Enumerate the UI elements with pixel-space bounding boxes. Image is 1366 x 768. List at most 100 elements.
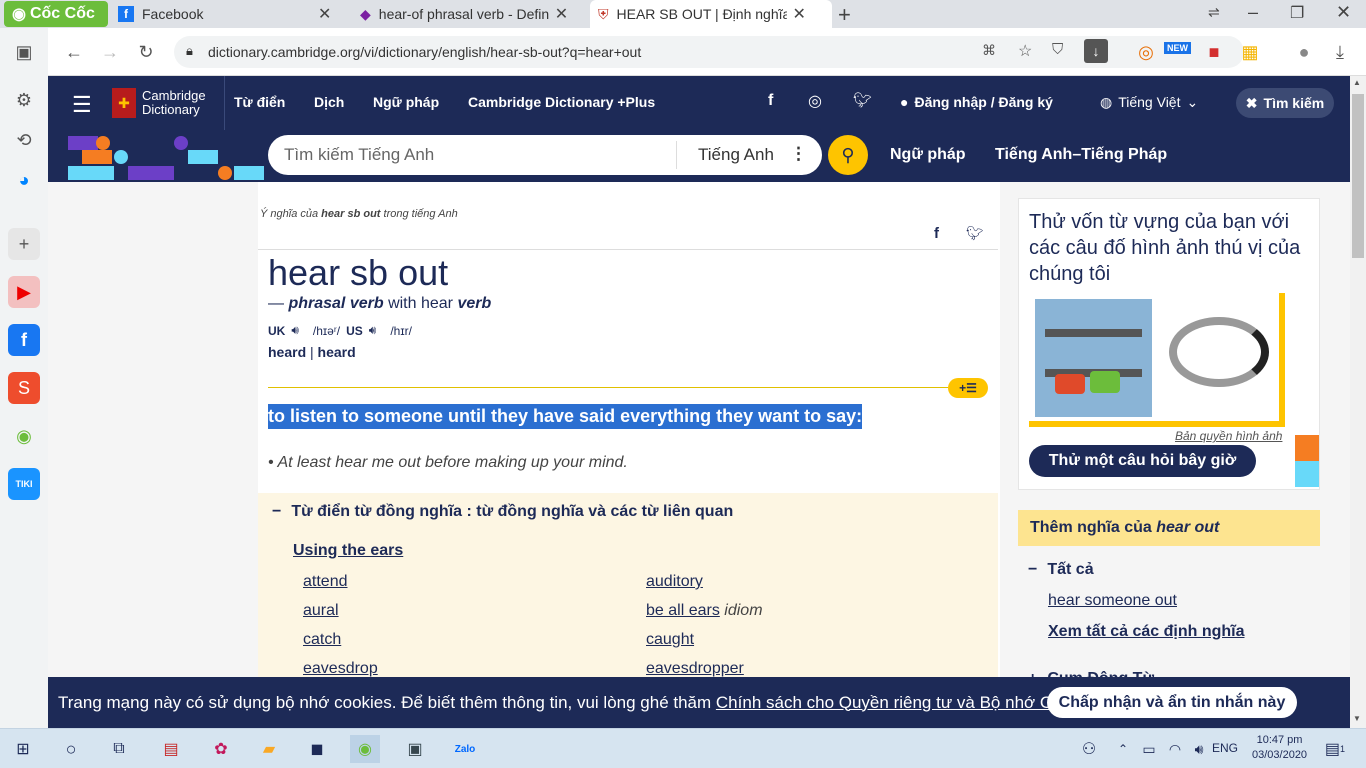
zalo-icon[interactable]: Zalo	[450, 735, 480, 763]
language-selector[interactable]: ◍ Tiếng Việt ⌄	[1100, 94, 1198, 111]
close-tab-icon[interactable]: ✕	[555, 4, 568, 24]
reload-icon[interactable]: ↻	[132, 38, 160, 66]
scroll-down-icon[interactable]: ▼	[1353, 714, 1361, 723]
add-panel-icon[interactable]: +	[8, 228, 40, 260]
nav-plus[interactable]: Cambridge Dictionary +Plus	[468, 94, 655, 110]
close-window-icon[interactable]: ✕	[1336, 2, 1351, 23]
coccoc-icon[interactable]: ◉	[8, 420, 40, 452]
word-link[interactable]: catch	[303, 631, 341, 649]
speaker-icon[interactable]: 🔊︎	[291, 323, 299, 338]
nav-dictionary[interactable]: Từ điển	[234, 94, 285, 110]
tiki-icon[interactable]: TIKI	[8, 468, 40, 500]
word-link[interactable]: eavesdropper	[646, 660, 744, 678]
menu-hamburger-icon[interactable]: ☰	[72, 92, 92, 118]
thesaurus-header[interactable]: − Từ điển từ đồng nghĩa : từ đồng nghĩa v…	[272, 503, 733, 521]
extension-icon[interactable]: ◎	[1132, 38, 1160, 66]
search-toggle-button[interactable]: ✖ Tìm kiếm	[1236, 88, 1334, 118]
coccoc-taskbar-icon[interactable]: ◉	[350, 735, 380, 763]
close-tab-icon[interactable]: ✕	[793, 4, 806, 24]
privacy-policy-link[interactable]: Chính sách cho Quyền riêng tư và Bộ nhớ …	[716, 693, 1101, 713]
new-tab-button[interactable]: +	[838, 2, 851, 28]
word-link-idiom[interactable]: be all ears idiom	[646, 602, 763, 620]
clock[interactable]: 10:47 pm 03/03/2020	[1252, 733, 1307, 763]
nav2-english-french[interactable]: Tiếng Anh–Tiếng Pháp	[995, 146, 1167, 164]
file-explorer-icon[interactable]: ▰	[254, 735, 284, 763]
download-video-icon[interactable]: ↓	[1084, 39, 1108, 63]
image-copyright-link[interactable]: Bản quyền hình ảnh	[1175, 429, 1282, 443]
new-badge-icon[interactable]: NEW	[1164, 42, 1191, 54]
windows-start-icon[interactable]: ⊞	[8, 735, 38, 763]
word-link[interactable]: caught	[646, 631, 694, 649]
accept-cookies-button[interactable]: Chấp nhận và ẩn tin nhắn này	[1047, 687, 1297, 718]
translate-icon[interactable]: ⌘	[982, 42, 996, 59]
input-language[interactable]: ENG	[1212, 741, 1238, 755]
profile-avatar[interactable]: ●	[1290, 38, 1318, 66]
nav-translate[interactable]: Dịch	[314, 94, 344, 110]
people-icon[interactable]: ⚇	[1074, 735, 1104, 763]
shield-icon[interactable]: ⛉	[1052, 41, 1063, 58]
share-twitter-icon[interactable]: 🐦︎	[966, 225, 984, 242]
sidebar-toggle-icon[interactable]: ▣	[8, 36, 40, 68]
scroll-up-icon[interactable]: ▲	[1353, 78, 1361, 87]
tab-search-icon[interactable]: ⇌	[1208, 4, 1220, 21]
search-bar-row: Tìm kiếm Tiếng Anh Tiếng Anh ⋮ ⚲ Ngữ phá…	[48, 130, 1350, 182]
quiz-image[interactable]	[1029, 293, 1285, 427]
task-view-icon[interactable]: ⧉	[104, 735, 134, 763]
dictionary-select[interactable]: Tiếng Anh	[698, 145, 774, 165]
close-tab-icon[interactable]: ✕	[318, 4, 331, 24]
volume-icon[interactable]: 🔊︎	[1184, 735, 1214, 763]
see-all-meanings-link[interactable]: Xem tất cả các định nghĩa	[1048, 623, 1245, 641]
try-quiz-button[interactable]: Thử một câu hỏi bây giờ	[1029, 445, 1256, 477]
search-input[interactable]: Tìm kiếm Tiếng Anh Tiếng Anh ⋮	[268, 135, 822, 175]
sense-divider	[268, 387, 948, 388]
cambridge-logo[interactable]: ✚ Cambridge Dictionary	[112, 88, 206, 118]
login-link[interactable]: ● Đăng nhập / Đăng ký	[900, 94, 1053, 110]
url-bar[interactable]: 🔒︎ dictionary.cambridge.org/vi/dictionar…	[174, 36, 1244, 68]
forward-arrow-icon[interactable]: →	[96, 38, 124, 66]
more-vertical-icon[interactable]: ⋮	[790, 144, 807, 164]
app-icon[interactable]: ▤	[156, 735, 186, 763]
nav2-grammar[interactable]: Ngữ pháp	[890, 146, 966, 164]
meaning-link[interactable]: hear someone out	[1048, 592, 1177, 610]
extension-red-icon[interactable]: ■	[1200, 38, 1228, 66]
youtube-icon[interactable]: ▶	[8, 276, 40, 308]
speaker-icon[interactable]: 🔊︎	[369, 323, 377, 338]
minimize-icon[interactable]: –	[1248, 2, 1258, 23]
facebook-icon[interactable]: f	[8, 324, 40, 356]
word-link[interactable]: aural	[303, 602, 339, 620]
word-link[interactable]: eavesdrop	[303, 660, 378, 678]
notification-icon[interactable]: ▤ 1	[1320, 735, 1350, 763]
history-icon[interactable]: ⟲	[8, 124, 40, 156]
coccoc-icon: ◉	[12, 6, 26, 23]
app-icon[interactable]: ✿	[206, 735, 236, 763]
tab-hear-of[interactable]: ◆ hear-of phrasal verb - Definiti ✕	[352, 0, 592, 28]
twitter-icon[interactable]: 🐦︎	[853, 91, 872, 109]
tab-hear-sb-out[interactable]: ⛨ HEAR SB OUT | Định nghĩa tro ✕	[590, 0, 832, 28]
nav-grammar[interactable]: Ngữ pháp	[373, 94, 439, 110]
shopee-icon[interactable]: S	[8, 372, 40, 404]
maximize-icon[interactable]: ❐	[1290, 3, 1304, 23]
downloads-icon[interactable]: ⤓	[1326, 38, 1354, 66]
extension-grid-icon[interactable]: ▦	[1236, 38, 1264, 66]
search-submit-button[interactable]: ⚲	[828, 135, 868, 175]
back-arrow-icon[interactable]: ←	[60, 38, 88, 66]
app-icon[interactable]: ▣	[400, 735, 430, 763]
share-facebook-icon[interactable]: f	[934, 225, 939, 242]
facebook-icon[interactable]: f	[768, 92, 773, 110]
add-to-wordlist-icon[interactable]: +☰	[948, 378, 988, 398]
tab-facebook[interactable]: f Facebook ✕	[110, 0, 354, 28]
cortana-search-icon[interactable]: ○	[56, 735, 86, 763]
messenger-icon[interactable]: ◕	[8, 164, 40, 196]
word-link[interactable]: auditory	[646, 573, 703, 591]
sticky-notes-icon[interactable]: ◼	[302, 735, 332, 763]
thesaurus-group-link[interactable]: Using the ears	[293, 542, 403, 560]
all-toggle[interactable]: − Tất cả	[1028, 561, 1094, 579]
bookmark-star-icon[interactable]: ☆	[1018, 41, 1032, 61]
page-scrollbar[interactable]: ▲ ▼	[1350, 76, 1366, 728]
settings-gear-icon[interactable]: ⚙	[8, 84, 40, 116]
instagram-icon[interactable]: ◎	[808, 91, 822, 111]
scroll-thumb[interactable]	[1352, 94, 1364, 258]
coccoc-brand-button[interactable]: ◉ Cốc Cốc	[4, 1, 108, 27]
minus-icon: −	[272, 503, 282, 520]
word-link[interactable]: attend	[303, 573, 347, 591]
